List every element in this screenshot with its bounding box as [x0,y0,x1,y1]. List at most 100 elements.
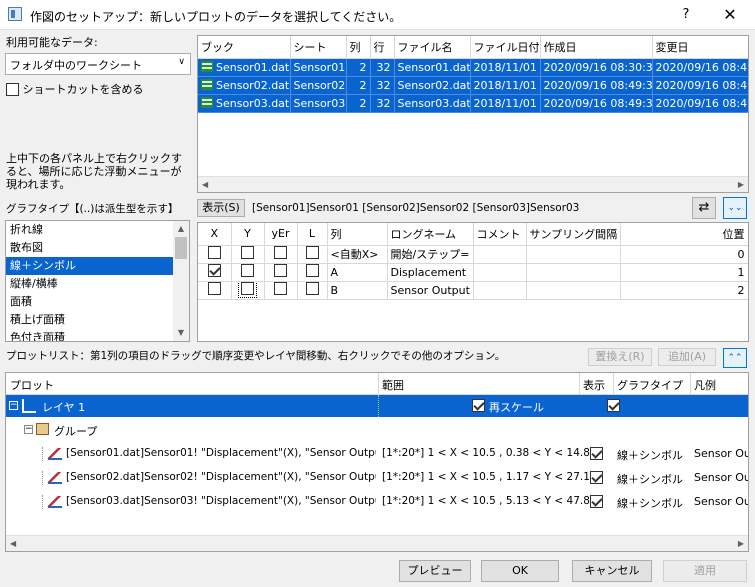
shortcut-check-box[interactable] [6,82,19,96]
assign-checkbox[interactable] [305,246,319,259]
plot-graph-type[interactable]: 線＋シンボル [617,495,683,511]
assign-cell[interactable] [297,263,328,282]
book-row[interactable]: Sensor01.dat Sensor01 2 32 Sensor01.dat 2018/… [198,58,748,77]
collapse-icon[interactable]: − [9,401,18,410]
col-graph-type[interactable]: グラフタイプ [617,377,683,393]
graph-type-item[interactable]: 折れ線 [6,221,173,239]
assign-checkbox[interactable] [274,246,287,259]
col-range[interactable]: 範囲 [382,377,404,393]
replace-button[interactable]: 置換え(R) [588,348,652,366]
book-col-header[interactable]: 作成日 [540,36,653,59]
layer-show-checkbox[interactable] [606,399,620,412]
plot-graph-type[interactable]: 線＋シンボル [617,447,683,463]
assign-checkbox[interactable] [241,246,254,259]
layer-row[interactable]: − レイヤ 1 再スケール [6,395,748,417]
book-col-header[interactable]: 行 [370,36,395,59]
shortcut-checkbox[interactable]: ショートカットを含める [6,81,144,97]
scroll-right-icon[interactable]: ▶ [738,180,744,189]
assign-checkbox[interactable] [207,264,221,277]
plot-graph-type[interactable]: 線＋シンボル [617,471,683,487]
assign-checkbox[interactable] [274,264,287,277]
preview-button[interactable]: プレビュー [399,560,471,582]
column-row[interactable]: B Sensor Output 2 [198,281,748,300]
assign-cell[interactable] [264,281,298,300]
graph-type-scrollbar[interactable]: ▲ ▼ [173,221,189,341]
col-header[interactable]: Y [231,223,265,246]
plot-item-row[interactable]: [Sensor02.dat]Sensor02! "Displacement"(X… [6,467,748,489]
graph-type-item[interactable]: 散布図 [6,239,173,257]
data-source-combo[interactable]: フォルダ中のワークシート ∨ [5,53,191,75]
collapse-icon[interactable]: − [24,425,33,434]
plot-show-checkbox[interactable] [590,471,603,484]
book-col-header[interactable]: ファイル名 [394,36,471,59]
ok-button[interactable]: OK [481,560,559,582]
assign-checkbox[interactable] [274,282,287,295]
column-row[interactable]: <自動X> 開始/ステップ= 0 [198,245,748,264]
rescale-checkbox[interactable] [472,399,485,412]
assign-cell[interactable] [264,263,298,282]
col-show[interactable]: 表示 [583,377,605,393]
col-header[interactable]: サンプリング間隔 [526,223,621,246]
plot-item-row[interactable]: [Sensor01.dat]Sensor01! "Displacement"(X… [6,443,748,465]
col-header[interactable]: 位置 [620,223,748,246]
show-button[interactable]: 表示(S) [197,199,245,217]
plot-show-checkbox[interactable] [590,447,603,460]
scroll-left-icon[interactable]: ◀ [202,180,208,189]
group-row[interactable]: − グループ [6,419,748,441]
plot-item-row[interactable]: [Sensor03.dat]Sensor03! "Displacement"(X… [6,491,748,513]
book-row[interactable]: Sensor03.dat Sensor03 2 32 Sensor03.dat 2018/… [198,94,748,113]
book-col-header[interactable]: シート [290,36,347,59]
add-button[interactable]: 追加(A) [658,348,716,366]
column-row[interactable]: A Displacement 1 [198,263,748,282]
apply-button[interactable]: 適用 [663,560,747,582]
book-col-header[interactable]: ブック [198,36,291,59]
plot-list-hscrollbar[interactable]: ◀ ▶ [6,535,748,551]
col-header[interactable]: 列 [327,223,388,246]
assign-checkbox[interactable] [305,264,319,277]
cancel-button[interactable]: キャンセル [572,560,652,582]
assign-cell[interactable] [264,245,298,264]
scroll-right-icon[interactable]: ▶ [738,539,744,548]
book-col-header[interactable]: 変更日 [652,36,748,59]
book-row[interactable]: Sensor02.dat Sensor02 2 32 Sensor02.dat 2018/… [198,76,748,95]
graph-type-item[interactable]: 面積 [6,293,173,311]
graph-type-list[interactable]: 折れ線 散布図 線＋シンボル 縦棒/横棒 面積 積上げ面積 色付き面積 ▲ ▼ [5,220,190,342]
assign-checkbox[interactable] [238,281,257,298]
assign-checkbox[interactable] [207,246,221,259]
book-grid-hscrollbar[interactable]: ◀ ▶ [198,176,748,192]
assign-cell[interactable] [198,263,232,282]
expand-down-icon[interactable]: ⌄⌄ [723,197,747,219]
assign-cell[interactable] [297,281,328,300]
col-header[interactable]: ロングネーム [387,223,474,246]
col-header[interactable]: yEr [264,223,298,246]
book-col-header[interactable]: ファイル日付 [470,36,541,59]
col-header[interactable]: コメント [473,223,527,246]
assign-cell[interactable] [198,245,232,264]
scroll-up-icon[interactable]: ▲ [173,221,189,237]
graph-type-item[interactable]: 積上げ面積 [6,311,173,329]
assign-cell[interactable] [198,281,232,300]
collapse-up-icon[interactable]: ⌃⌃ [723,348,747,368]
assign-cell[interactable] [231,245,265,264]
help-button[interactable]: ? [676,5,696,25]
assign-cell[interactable] [231,263,265,282]
col-header[interactable]: X [198,223,232,246]
assign-checkbox[interactable] [305,282,319,295]
close-button[interactable]: ✕ [718,5,742,25]
column-grid[interactable]: X YyEr L 列ロングネーム コメント サンプリング間隔 位置 <自動X> 開始/ステップ… [197,222,749,342]
plot-list[interactable]: プロット 範囲 表示 グラフタイプ 凡例 − レイヤ 1 再スケール − グルー… [5,372,749,552]
col-plot[interactable]: プロット [10,377,54,393]
plot-show-checkbox[interactable] [590,495,603,508]
graph-type-item[interactable]: 線＋シンボル [6,257,173,275]
assign-cell[interactable] [231,281,265,300]
book-grid[interactable]: ブック シート列行ファイル名 ファイル日付 作成日 変更日 Sensor01.dat Se… [197,35,749,193]
graph-type-item[interactable]: 縦棒/横棒 [6,275,173,293]
assign-checkbox[interactable] [241,264,254,277]
scroll-down-icon[interactable]: ▼ [173,325,189,341]
col-legend[interactable]: 凡例 [694,377,716,393]
scroll-thumb[interactable] [175,237,187,259]
book-col-header[interactable]: 列 [346,36,371,59]
scroll-left-icon[interactable]: ◀ [10,539,16,548]
col-header[interactable]: L [297,223,328,246]
swap-icon[interactable]: ⇄ [692,197,716,219]
